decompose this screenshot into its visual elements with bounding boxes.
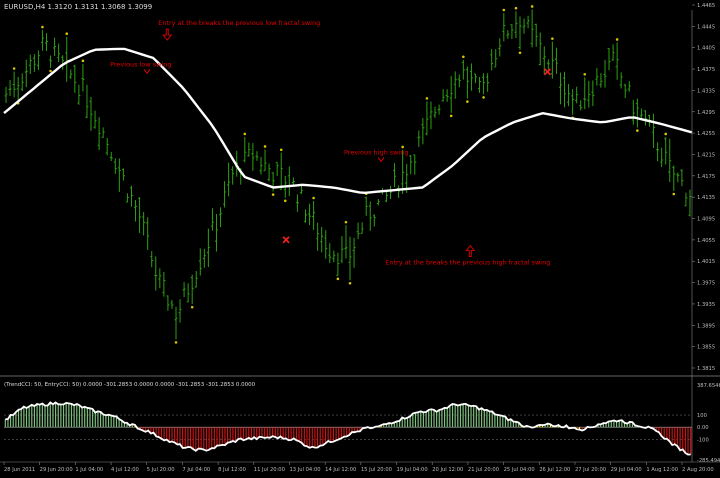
x-tick-label: 14 Jul 12:00 <box>325 467 356 473</box>
annotation-text: Previous low swing <box>110 60 171 68</box>
x-tick-label: 4 Jul 12:00 <box>111 467 139 473</box>
x-tick-label: 8 Jul 12:00 <box>218 467 246 473</box>
x-tick-label: 13 Jul 04:00 <box>289 467 320 473</box>
fractal-dot <box>551 37 554 40</box>
fractal-dot <box>466 100 469 103</box>
symbol-header: EURUSD,H4 1.3120 1.3131 1.3068 1.3099 <box>4 3 152 11</box>
cci-tick-label: 387.6546 <box>697 383 720 389</box>
y-tick-label: 1.4335 <box>697 88 715 94</box>
mt4-chart-window: Entry at the breaks the previous low fra… <box>0 0 720 474</box>
fractal-dot <box>336 277 340 281</box>
fractal-dot <box>174 341 178 344</box>
cci-tick-label: -100 <box>697 437 709 443</box>
x-tick-label: 1 Jul 04:00 <box>75 467 103 473</box>
fractal-dot <box>425 97 429 100</box>
fractal-dot <box>243 132 247 136</box>
x-tick-label: 19 Jul 04:00 <box>397 467 428 473</box>
fractal-dot <box>348 281 352 285</box>
x-tick-label: 25 Jul 04:00 <box>504 467 535 473</box>
fractal-dot <box>81 59 85 63</box>
fractal-dot <box>449 114 453 118</box>
y-tick-label: 1.3895 <box>697 323 715 329</box>
fractal-dot <box>636 129 639 132</box>
x-tick-label: 28 Jun 2011 <box>4 467 35 473</box>
fractal-dot <box>583 72 587 76</box>
x-tick-label: 21 Jul 20:00 <box>468 467 499 473</box>
y-tick-label: 1.4405 <box>697 46 715 52</box>
fractal-dot <box>12 67 16 70</box>
y-tick-label: 1.4215 <box>697 152 715 158</box>
x-tick-label: 11 Jul 20:00 <box>254 467 285 473</box>
fractal-dot <box>482 96 485 99</box>
fractal-dot <box>502 8 506 12</box>
x-tick-label: 2 Aug 20:00 <box>682 467 714 473</box>
x-tick-label: 29 Jun 20:00 <box>40 467 73 473</box>
annotation-text: Entry at the breaks the previous high fr… <box>385 259 550 267</box>
background <box>0 0 720 474</box>
x-tick-label: 27 Jul 20:00 <box>575 467 606 473</box>
y-tick-label: 1.3935 <box>697 302 715 308</box>
y-tick-label: 1.4295 <box>697 110 715 116</box>
fractal-dot <box>279 148 283 152</box>
fractal-dot <box>672 192 676 196</box>
y-tick-label: 1.4175 <box>697 174 715 180</box>
annotation-text: Previous high swing <box>344 148 409 156</box>
chart-svg: Entry at the breaks the previous low fra… <box>0 0 720 474</box>
cci-tick-label: -285.4940 <box>697 458 720 464</box>
y-tick-label: 1.4445 <box>697 24 715 30</box>
x-tick-label: 7 Jul 04:00 <box>182 467 210 473</box>
fractal-dot <box>344 220 348 224</box>
x-tick-label: 5 Jul 20:00 <box>147 467 175 473</box>
fractal-dot <box>518 51 522 55</box>
y-tick-label: 1.4095 <box>697 217 715 223</box>
fractal-dot <box>263 145 267 148</box>
y-tick-label: 1.4055 <box>697 238 715 244</box>
fractal-dot <box>49 69 52 73</box>
y-tick-label: 1.3975 <box>697 281 715 287</box>
fractal-dot <box>615 38 619 41</box>
fractal-dot <box>41 25 44 29</box>
cci-tick-label: 100 <box>697 413 707 419</box>
fractal-dot <box>190 305 194 309</box>
y-tick-label: 1.4255 <box>697 131 715 137</box>
indicator-header: (TrendCCI: 50, EntryCCI: 50) 0.0000 -301… <box>4 382 256 388</box>
fractal-dot <box>530 5 534 8</box>
y-tick-label: 1.4135 <box>697 195 715 201</box>
fractal-dot <box>664 132 667 136</box>
y-tick-label: 1.4465 <box>697 3 715 9</box>
fractal-dot <box>65 32 69 36</box>
fractal-dot <box>462 55 465 59</box>
fractal-dot <box>312 196 315 200</box>
fractal-dot <box>283 199 287 203</box>
x-tick-label: 15 Jul 20:00 <box>361 467 392 473</box>
x-tick-label: 26 Jul 12:00 <box>539 467 570 473</box>
y-tick-label: 1.4375 <box>697 67 715 73</box>
fractal-dot <box>514 6 518 10</box>
x-tick-label: 29 Jul 04:00 <box>611 467 642 473</box>
annotation-text: Entry at the breaks the previous low fra… <box>158 19 320 27</box>
y-tick-label: 1.3815 <box>697 366 715 372</box>
x-tick-label: 20 Jul 12:00 <box>432 467 463 473</box>
x-tick-label: 1 Aug 12:00 <box>646 467 678 473</box>
y-tick-label: 1.3855 <box>697 345 715 351</box>
fractal-dot <box>271 193 275 196</box>
y-tick-label: 1.4015 <box>697 259 715 265</box>
cci-tick-label: 0.00 <box>697 425 709 431</box>
